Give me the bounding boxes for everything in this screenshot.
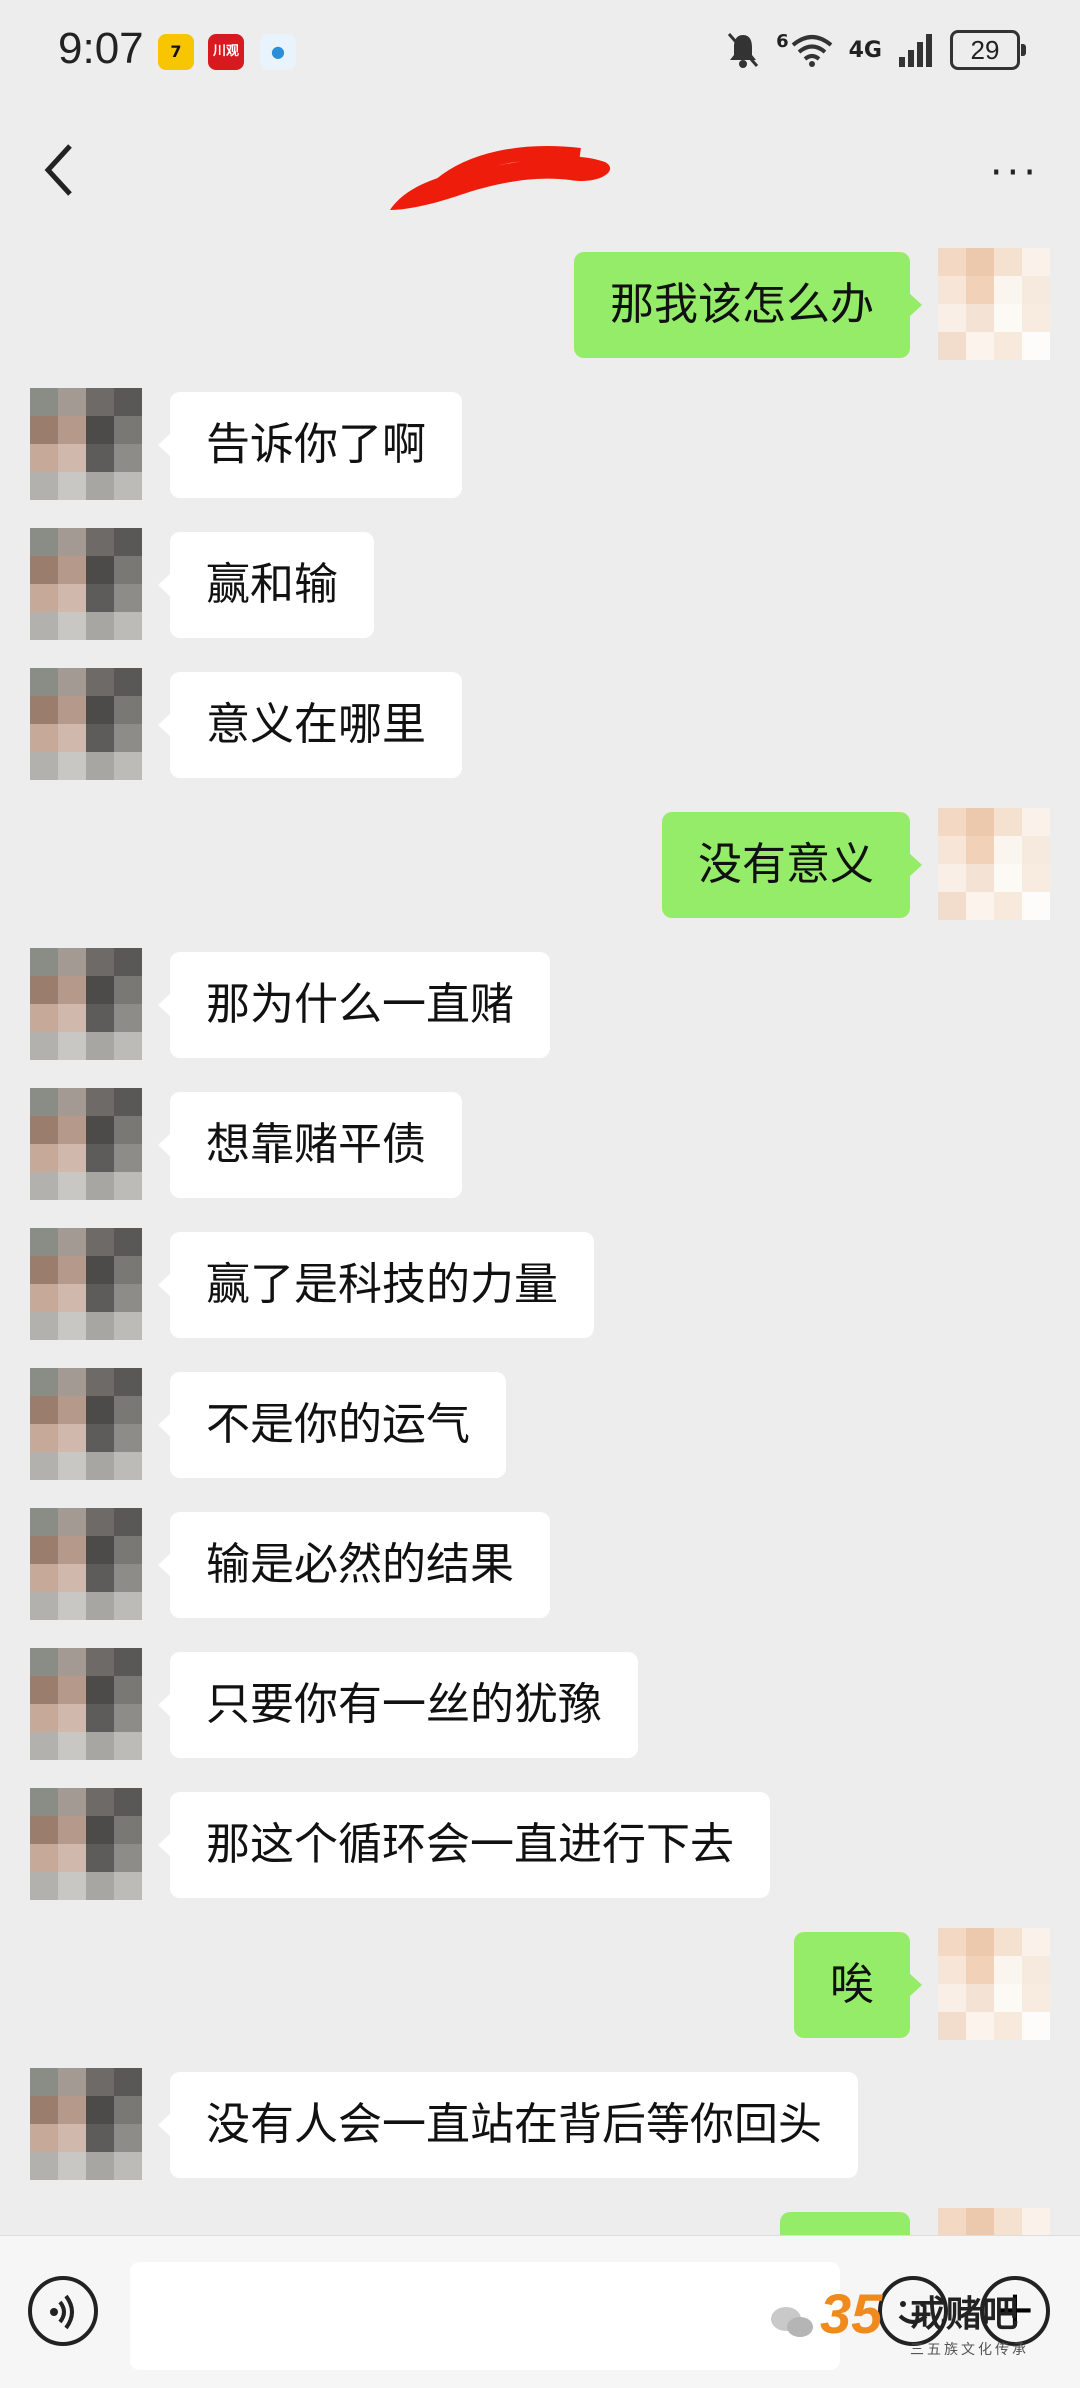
watermark-number: 35 <box>820 2282 883 2345</box>
avatar-contact[interactable] <box>30 1508 142 1620</box>
more-options-button[interactable]: ··· <box>990 150 1040 196</box>
back-button[interactable] <box>40 140 90 200</box>
voice-icon <box>50 2294 74 2330</box>
avatar-contact[interactable] <box>30 388 142 500</box>
message-bubble-incoming[interactable]: 只要你有一丝的犹豫 <box>158 1652 638 1758</box>
message-bubble-incoming[interactable]: 没有人会一直站在背后等你回头 <box>158 2072 858 2178</box>
app-chuanguan-icon: 川观 <box>208 34 244 70</box>
status-indicators: 6 4G 29 <box>726 30 1026 70</box>
redacted-title-scribble <box>390 146 611 210</box>
network-type: 4G <box>848 37 882 63</box>
message-bubble-incoming[interactable]: 不是你的运气 <box>158 1372 506 1478</box>
avatar-self[interactable] <box>938 248 1050 360</box>
avatar-self[interactable] <box>938 1928 1050 2040</box>
signal-icon <box>899 34 932 67</box>
chat-messages: 那我该怎么办 告诉你了啊 赢和输 意义在哪里 没有意义 那为什么一直赌 想靠赌平… <box>0 230 1080 2235</box>
avatar-contact[interactable] <box>30 2068 142 2180</box>
avatar-contact[interactable] <box>30 1788 142 1900</box>
avatar-contact[interactable] <box>30 528 142 640</box>
app-7-icon: 7 <box>158 34 194 70</box>
avatar-contact[interactable] <box>30 1648 142 1760</box>
message-bubble-incoming[interactable]: 那这个循环会一直进行下去 <box>158 1792 770 1898</box>
watermark-subtitle: 三五族文化传承 <box>910 2342 1029 2358</box>
message-bubble-incoming[interactable]: 那为什么一直赌 <box>158 952 550 1058</box>
message-bubble-outgoing[interactable]: 唉 <box>794 1932 922 2038</box>
message-bubble-outgoing[interactable]: 那我该怎么办 <box>574 252 922 358</box>
message-bubble-outgoing[interactable] <box>780 2212 910 2235</box>
status-bar: 9:07 7 川观 ● 6 4G 29 <box>0 0 1080 110</box>
message-bubble-incoming[interactable]: 赢和输 <box>158 532 374 638</box>
chevron-left-icon <box>44 144 72 196</box>
avatar-self[interactable] <box>938 808 1050 920</box>
wifi-label: 6 <box>776 30 789 52</box>
mute-bell-icon <box>727 33 759 68</box>
chat-header: ··· <box>0 110 1080 230</box>
status-time: 9:07 <box>58 24 144 73</box>
message-bubble-incoming[interactable]: 意义在哪里 <box>158 672 462 778</box>
voice-input-button[interactable] <box>28 2276 98 2346</box>
message-bubble-incoming[interactable]: 告诉你了啊 <box>158 392 462 498</box>
wifi-icon <box>791 35 832 67</box>
message-input[interactable] <box>130 2262 840 2370</box>
watermark-title: 戒赌吧 <box>910 2294 1019 2335</box>
watermark-logo: 35 戒赌吧 三五族文化传承 <box>770 2275 1070 2375</box>
wechat-icon <box>771 2307 813 2337</box>
avatar-contact[interactable] <box>30 1088 142 1200</box>
message-bubble-incoming[interactable]: 想靠赌平债 <box>158 1092 462 1198</box>
avatar-contact[interactable] <box>30 948 142 1060</box>
avatar-contact[interactable] <box>30 1368 142 1480</box>
message-bubble-outgoing[interactable]: 没有意义 <box>662 812 922 918</box>
app-globe-icon: ● <box>260 34 296 70</box>
avatar-contact[interactable] <box>30 668 142 780</box>
battery-indicator: 29 <box>950 30 1026 70</box>
avatar-contact[interactable] <box>30 1228 142 1340</box>
message-bubble-incoming[interactable]: 赢了是科技的力量 <box>158 1232 594 1338</box>
message-bubble-incoming[interactable]: 输是必然的结果 <box>158 1512 550 1618</box>
avatar-self[interactable] <box>938 2208 1050 2235</box>
